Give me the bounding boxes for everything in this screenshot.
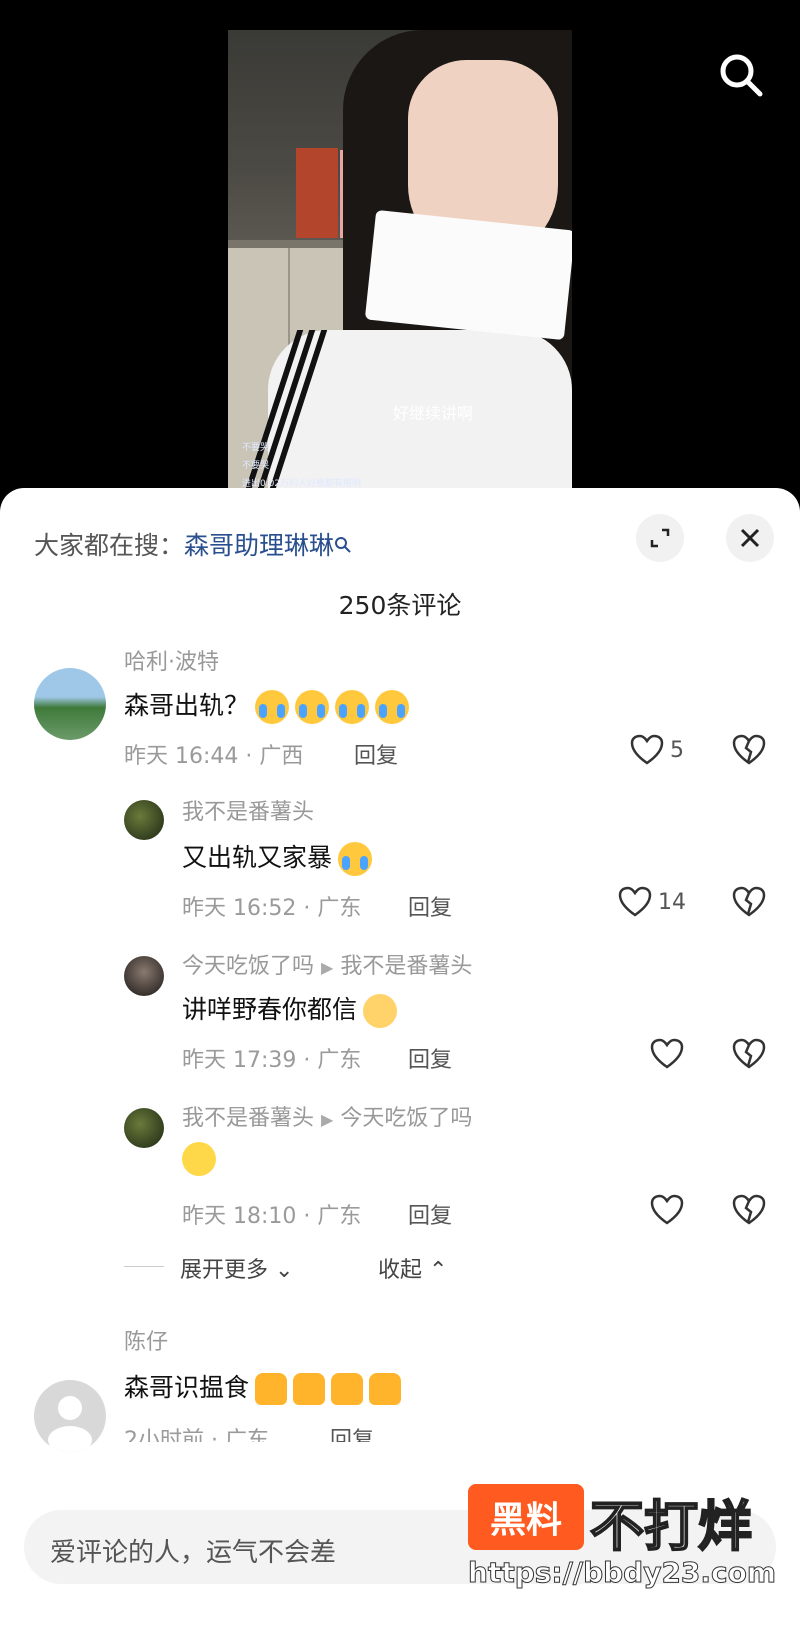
live-caption: 好继续讲啊 bbox=[393, 404, 474, 423]
thumbs-up-emoji bbox=[369, 1373, 402, 1405]
dizzy-face-emoji bbox=[182, 1142, 216, 1176]
close-icon bbox=[740, 528, 760, 548]
thinking-emoji bbox=[363, 994, 398, 1028]
like-button[interactable]: 14 bbox=[618, 886, 686, 918]
comment-text: 森哥出轨？ bbox=[124, 686, 410, 724]
crying-emoji bbox=[255, 690, 290, 724]
thumbs-up-emoji bbox=[293, 1373, 326, 1405]
expand-button[interactable] bbox=[636, 514, 684, 562]
comment-meta: 2小时前 · 广东 bbox=[124, 1428, 269, 1442]
chevron-up-icon: ⌃ bbox=[429, 1258, 448, 1283]
crying-emoji bbox=[375, 690, 410, 724]
reply-button[interactable]: 回复 bbox=[330, 1422, 374, 1442]
comment-meta: 昨天 18:10 · 广东 bbox=[182, 1204, 362, 1229]
dislike-icon[interactable] bbox=[732, 886, 766, 922]
reply-arrow-icon: ▶ bbox=[321, 1110, 334, 1129]
reply-button[interactable]: 回复 bbox=[408, 1198, 452, 1230]
live-video-frame: 好继续讲啊 不要哭 不要哭 进出0.02万的人好棍都有照明 bbox=[228, 30, 572, 500]
heart-icon bbox=[650, 1038, 684, 1069]
mini-search-icon bbox=[335, 537, 351, 553]
close-button[interactable] bbox=[726, 514, 774, 562]
comment-username: 我不是番薯头 ▶ 今天吃饭了吗 bbox=[182, 1106, 473, 1131]
expand-icon bbox=[650, 528, 670, 548]
avatar[interactable] bbox=[34, 668, 106, 740]
thread-divider bbox=[124, 1266, 164, 1267]
watermark-text: 不打烊 bbox=[589, 1494, 753, 1559]
thumbs-up-emoji bbox=[331, 1373, 364, 1405]
comment-text: 森哥识揾食 bbox=[124, 1368, 402, 1405]
dislike-icon[interactable] bbox=[732, 734, 766, 770]
comment-meta: 昨天 16:44 · 广西 bbox=[124, 744, 304, 769]
like-count: 14 bbox=[658, 889, 686, 915]
trending-search[interactable]: 大家都在搜：森哥助理琳琳 bbox=[34, 526, 352, 562]
comment-text bbox=[176, 1142, 216, 1176]
comment-username[interactable]: 我不是番薯头 bbox=[182, 794, 314, 826]
comment-meta: 昨天 16:52 · 广东 bbox=[182, 896, 362, 921]
collapse-button[interactable]: 收起 ⌃ bbox=[378, 1252, 447, 1284]
dislike-icon[interactable] bbox=[732, 1194, 766, 1230]
comment-count: 250条评论 bbox=[338, 591, 462, 620]
thumbs-up-emoji bbox=[255, 1373, 288, 1405]
like-count: 5 bbox=[670, 737, 684, 763]
expand-more-button[interactable]: 展开更多 ⌄ bbox=[180, 1252, 293, 1284]
comment-panel: 大家都在搜：森哥助理琳琳 250条评论 哈利·波特 森哥出轨？ 昨天 16:44… bbox=[0, 488, 800, 1638]
trending-prefix: 大家都在搜： bbox=[34, 531, 185, 560]
comment-text: 又出轨又家暴 bbox=[182, 838, 373, 876]
comment-username[interactable]: 陈仔 bbox=[124, 1324, 168, 1356]
reply-button[interactable]: 回复 bbox=[408, 1042, 452, 1074]
reply-button[interactable]: 回复 bbox=[354, 738, 398, 770]
trending-keyword[interactable]: 森哥助理琳琳 bbox=[184, 531, 334, 560]
reply-arrow-icon: ▶ bbox=[321, 958, 334, 977]
watermark-url: https://bbdy23.com bbox=[467, 1556, 777, 1590]
reply-to-user[interactable]: 今天吃饭了吗 bbox=[340, 1106, 472, 1131]
avatar[interactable] bbox=[124, 800, 164, 840]
crying-emoji bbox=[338, 842, 373, 876]
live-chat-line: 不要哭 bbox=[242, 461, 270, 471]
avatar[interactable] bbox=[124, 956, 164, 996]
like-button[interactable] bbox=[650, 1194, 684, 1226]
chevron-down-icon: ⌄ bbox=[275, 1258, 294, 1283]
comment-username: 今天吃饭了吗 ▶ 我不是番薯头 bbox=[182, 954, 473, 979]
reply-to-user[interactable]: 我不是番薯头 bbox=[340, 954, 472, 979]
comment-input-placeholder: 爱评论的人，运气不会差 bbox=[50, 1538, 337, 1568]
like-button[interactable] bbox=[650, 1038, 684, 1070]
watermark-logo: 黑料 bbox=[468, 1484, 584, 1550]
held-paper bbox=[364, 209, 572, 341]
crying-emoji bbox=[335, 690, 370, 724]
heart-icon bbox=[618, 886, 652, 917]
avatar[interactable] bbox=[124, 1108, 164, 1148]
comment-username[interactable]: 哈利·波特 bbox=[124, 644, 219, 676]
crying-emoji bbox=[295, 690, 330, 724]
video-area[interactable]: 好继续讲啊 不要哭 不要哭 进出0.02万的人好棍都有照明 bbox=[0, 0, 800, 500]
comment-meta: 昨天 17:39 · 广东 bbox=[182, 1048, 362, 1073]
dislike-icon[interactable] bbox=[732, 1038, 766, 1074]
heart-icon bbox=[630, 734, 664, 765]
like-button[interactable]: 5 bbox=[630, 734, 684, 766]
heart-icon bbox=[650, 1194, 684, 1225]
live-chat-line: 不要哭 bbox=[242, 443, 270, 453]
reply-button[interactable]: 回复 bbox=[408, 890, 452, 922]
comment-text: 讲咩野春你都信 bbox=[182, 990, 398, 1028]
search-icon[interactable] bbox=[716, 50, 766, 100]
